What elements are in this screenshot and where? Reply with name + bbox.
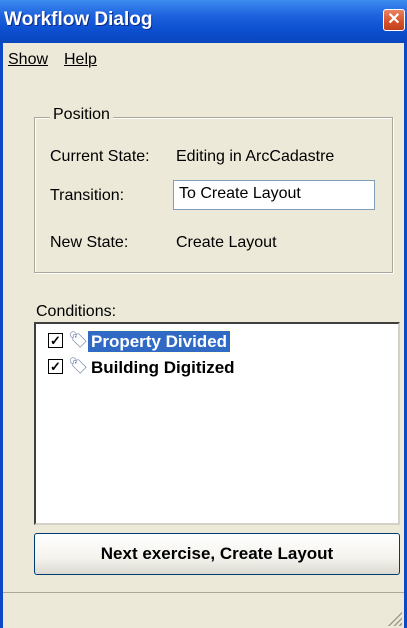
window-frame-left [0,43,3,628]
conditions-list[interactable]: ✓ 🏷 Property Divided ✓ 🏷 Building Digiti… [34,322,400,525]
new-state-value: Create Layout [176,234,277,251]
new-state-label: New State: [50,234,129,251]
condition-label: Building Digitized [91,358,235,377]
condition-checkbox[interactable]: ✓ [48,359,63,374]
current-state-label: Current State: [50,148,150,165]
condition-label: Property Divided [86,330,232,353]
tag-icon: 🏷 [68,332,89,349]
close-button[interactable]: ✕ [383,9,405,31]
menu-help-label: Help [64,51,97,68]
list-item[interactable]: ✓ 🏷 Building Digitized [46,356,396,379]
next-exercise-button[interactable]: Next exercise, Create Layout [34,533,400,575]
menu-show-label: Show [8,51,49,68]
close-icon: ✕ [387,11,401,28]
menu-show[interactable]: Show [8,51,48,69]
title-bar[interactable]: Workflow Dialog ✕ [0,0,407,43]
transition-label: Transition: [50,187,125,204]
menu-bar: Show Help [3,43,404,77]
menu-help[interactable]: Help [64,51,97,69]
current-state-value: Editing in ArcCadastre [176,148,335,165]
window-title: Workflow Dialog [4,9,153,30]
transition-value: To Create Layout [179,185,301,202]
position-legend: Position [50,106,113,124]
status-bar [3,592,404,628]
list-item[interactable]: ✓ 🏷 Property Divided [46,330,396,353]
condition-checkbox[interactable]: ✓ [48,333,63,348]
resize-grip-icon[interactable] [386,610,402,626]
transition-field[interactable]: To Create Layout [173,180,375,210]
tag-icon: 🏷 [68,358,89,375]
conditions-label: Conditions: [36,303,117,320]
